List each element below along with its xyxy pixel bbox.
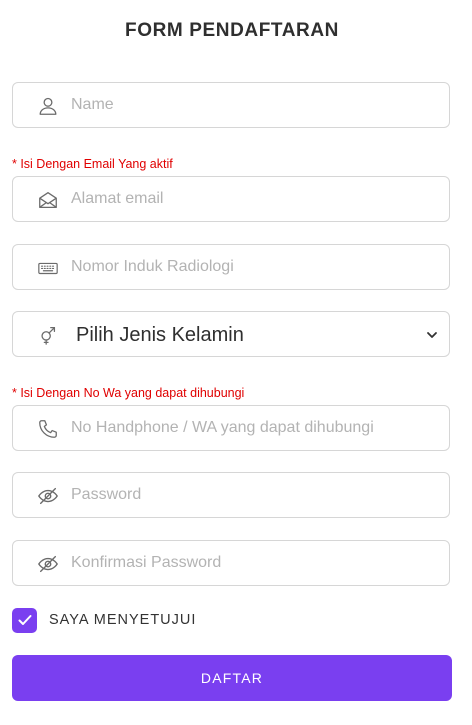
keyboard-icon (37, 257, 59, 279)
envelope-icon (37, 189, 59, 211)
email-hint: * Isi Dengan Email Yang aktif (12, 157, 173, 171)
confirm-password-field-box[interactable] (12, 540, 450, 586)
name-input[interactable] (71, 83, 437, 127)
email-input[interactable] (71, 177, 437, 221)
phone-field-box[interactable] (12, 405, 450, 451)
confirm-password-input[interactable] (71, 541, 437, 585)
eye-slash-icon[interactable] (37, 485, 59, 507)
gender-select[interactable]: Pilih Jenis Kelamin (12, 311, 450, 357)
radiology-number-input[interactable] (71, 245, 437, 289)
name-field-box[interactable] (12, 82, 450, 128)
chevron-down-icon (425, 328, 439, 342)
agree-checkbox[interactable] (12, 607, 37, 633)
agree-label: SAYA MENYETUJUI (49, 612, 197, 628)
page-title: FORM PENDAFTARAN (124, 20, 339, 41)
agree-row[interactable]: SAYA MENYETUJUI (12, 607, 196, 633)
eye-slash-icon[interactable] (37, 553, 59, 575)
password-input[interactable] (71, 473, 437, 517)
gender-select-value: Pilih Jenis Kelamin (76, 324, 244, 346)
radiology-number-field-box[interactable] (12, 244, 450, 290)
password-field-box[interactable] (12, 472, 450, 518)
phone-input[interactable] (71, 406, 437, 450)
gender-icon (37, 324, 59, 346)
phone-hint: * Isi Dengan No Wa yang dapat dihubungi (12, 386, 245, 400)
email-field-box[interactable] (12, 176, 450, 222)
phone-icon (37, 418, 59, 440)
check-icon (18, 615, 31, 625)
submit-button[interactable]: DAFTAR (12, 655, 452, 701)
user-icon (37, 95, 59, 117)
